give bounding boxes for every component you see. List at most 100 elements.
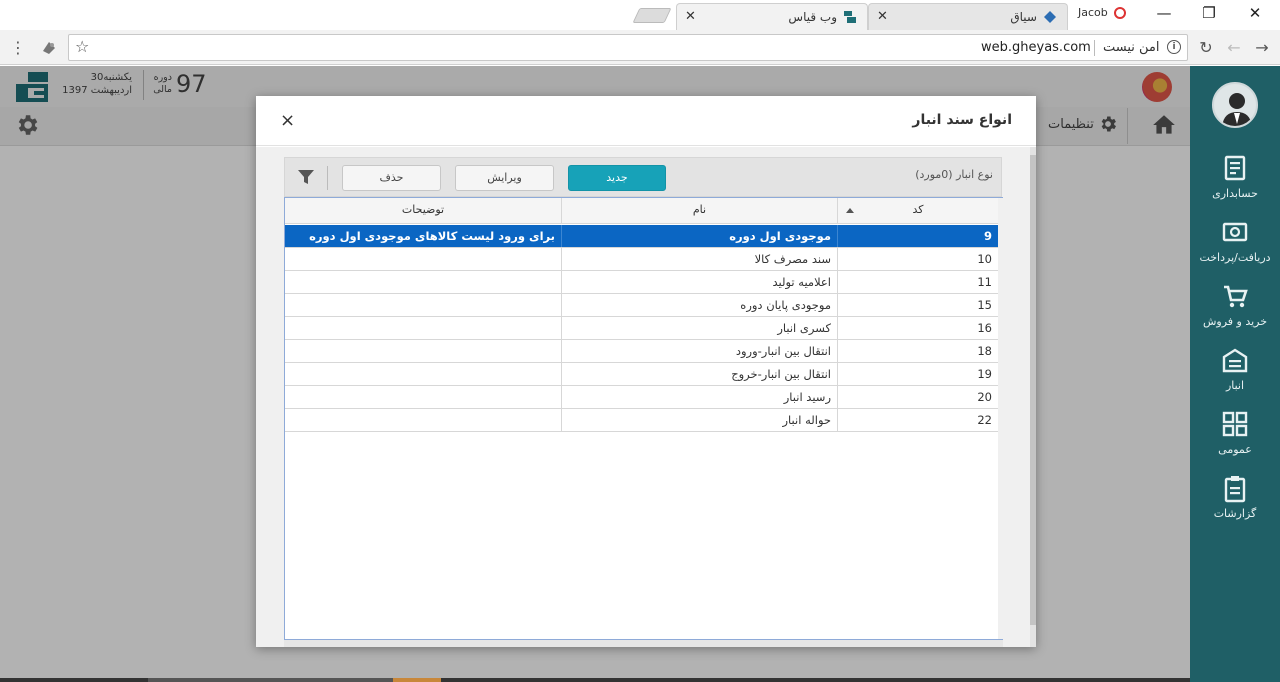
close-icon[interactable]: × bbox=[280, 110, 295, 131]
cell-code: 16 bbox=[837, 317, 998, 339]
profile-sync-icon bbox=[1113, 6, 1126, 19]
cell-description: برای ورود لیست کالاهای موجودی اول دوره bbox=[309, 229, 555, 243]
table-row[interactable]: 10 سند مصرف کالا bbox=[285, 248, 998, 271]
cart-icon bbox=[1224, 285, 1248, 308]
cell-name: رسید انبار bbox=[561, 386, 837, 408]
sidebar-item-label: خرید و فروش bbox=[1202, 315, 1268, 328]
info-icon[interactable]: i bbox=[1167, 40, 1181, 54]
cell-code: 11 bbox=[837, 271, 998, 293]
address-bar[interactable]: ☆ web.gheyas.com امن نیست i bbox=[68, 34, 1188, 61]
sidebar-item-label: عمومی bbox=[1218, 443, 1252, 456]
tab-close-icon[interactable]: ✕ bbox=[685, 9, 696, 24]
grid-footer bbox=[284, 640, 1003, 647]
cell-name: حواله انبار bbox=[561, 409, 837, 431]
browser-tab-siyagh[interactable]: سیاق ✕ bbox=[868, 3, 1068, 30]
cell-name: اعلامیه تولید bbox=[561, 271, 837, 293]
window-close-icon[interactable]: ✕ bbox=[1245, 4, 1265, 22]
column-header-description[interactable]: توضیحات bbox=[285, 198, 561, 224]
table-row[interactable]: 9 موجودی اول دوره برای ورود لیست کالاهای… bbox=[285, 225, 998, 248]
column-header-name[interactable]: نام bbox=[561, 198, 837, 224]
toolbar-divider bbox=[327, 166, 328, 190]
sidebar-item-receive-pay[interactable]: دریافت/پرداخت bbox=[1190, 219, 1280, 264]
siyagh-favicon-icon bbox=[1044, 11, 1056, 23]
dialog-title: انواع سند انبار bbox=[912, 112, 1012, 128]
general-icon bbox=[1222, 411, 1248, 437]
edit-button[interactable]: ویرایش bbox=[455, 165, 554, 191]
cell-description bbox=[285, 386, 561, 408]
sidebar-item-buy-sell[interactable]: خرید و فروش bbox=[1190, 283, 1280, 328]
warehouse-icon bbox=[1222, 348, 1248, 373]
cell-name: سند مصرف کالا bbox=[561, 248, 837, 270]
table-row[interactable]: 20 رسید انبار bbox=[285, 386, 998, 409]
sidebar-item-reports[interactable]: گزارشات bbox=[1190, 475, 1280, 520]
cell-description bbox=[285, 271, 561, 293]
gheyas-favicon-icon bbox=[844, 11, 856, 23]
new-button[interactable]: جدید bbox=[568, 165, 666, 191]
restore-icon[interactable]: ❐ bbox=[1199, 4, 1219, 22]
dialog-header: انواع سند انبار × bbox=[256, 96, 1036, 146]
sort-ascending-icon bbox=[846, 208, 854, 213]
profile-name: Jacob bbox=[1078, 6, 1108, 19]
url-text[interactable]: web.gheyas.com bbox=[981, 40, 1091, 55]
delete-button[interactable]: حذف bbox=[342, 165, 441, 191]
forward-icon[interactable]: ← bbox=[1224, 38, 1244, 57]
bookmark-star-icon[interactable]: ☆ bbox=[75, 37, 89, 56]
filter-icon[interactable] bbox=[297, 168, 315, 186]
doc-types-grid: کد نام توضیحات 9 موجودی اول دوره برای ور… bbox=[284, 197, 1003, 640]
cell-name: انتقال بین انبار-خروج bbox=[561, 363, 837, 385]
cell-name: کسری انبار bbox=[561, 317, 837, 339]
receive-pay-icon bbox=[1222, 222, 1248, 242]
sidebar-item-label: دریافت/پرداخت bbox=[1199, 251, 1271, 264]
tab-title: وب قیاس bbox=[788, 10, 837, 24]
cell-description bbox=[285, 363, 561, 385]
sidebar-item-accounting[interactable]: حسابداری bbox=[1190, 155, 1280, 200]
cell-code: 18 bbox=[837, 340, 998, 362]
browser-tab-webgheyas[interactable]: وب قیاس ✕ bbox=[676, 3, 868, 30]
grid-scrollbar[interactable] bbox=[998, 198, 1003, 639]
back-icon[interactable]: → bbox=[1252, 38, 1272, 57]
table-row[interactable]: 18 انتقال بین انبار-ورود bbox=[285, 340, 998, 363]
warehouse-doc-types-dialog: انواع سند انبار × حذف ویرایش جدید نوع ان… bbox=[256, 96, 1036, 647]
new-tab-button[interactable] bbox=[632, 8, 672, 23]
tab-title: سیاق bbox=[1010, 10, 1037, 24]
dialog-body: حذف ویرایش جدید نوع انبار (0مورد) کد نام… bbox=[256, 147, 1036, 647]
reload-icon[interactable]: ↻ bbox=[1196, 38, 1216, 57]
profile-chip[interactable]: Jacob bbox=[1078, 6, 1126, 19]
omnibox-divider bbox=[1094, 40, 1095, 56]
cell-code: 15 bbox=[837, 294, 998, 316]
column-header-code[interactable]: کد bbox=[837, 198, 998, 224]
browser-menu-icon[interactable]: ⋮ bbox=[8, 38, 28, 57]
browser-toolbar: ⋮ ☆ web.gheyas.com امن نیست i ↻ ← → bbox=[0, 30, 1280, 65]
cell-name: موجودی اول دوره bbox=[561, 225, 837, 247]
cell-name: انتقال بین انبار-ورود bbox=[561, 340, 837, 362]
reports-icon bbox=[1224, 476, 1246, 503]
grid-toolbar: حذف ویرایش جدید نوع انبار (0مورد) bbox=[284, 157, 1002, 197]
minimize-icon[interactable]: — bbox=[1154, 4, 1174, 22]
table-row[interactable]: 15 موجودی پایان دوره bbox=[285, 294, 998, 317]
table-row[interactable]: 22 حواله انبار bbox=[285, 409, 998, 432]
sidebar-item-label: گزارشات bbox=[1213, 507, 1257, 520]
cell-name: موجودی پایان دوره bbox=[561, 294, 837, 316]
status-segment-accent bbox=[393, 678, 441, 682]
grid-caption: نوع انبار (0مورد) bbox=[915, 168, 993, 181]
table-row[interactable]: 16 کسری انبار bbox=[285, 317, 998, 340]
cell-description bbox=[285, 409, 561, 431]
tab-close-icon[interactable]: ✕ bbox=[877, 9, 888, 24]
user-avatar[interactable] bbox=[1212, 82, 1258, 128]
browser-tabstrip: سیاق ✕ وب قیاس ✕ Jacob — ❐ ✕ bbox=[0, 0, 1280, 30]
cell-code: 10 bbox=[837, 248, 998, 270]
security-label[interactable]: امن نیست bbox=[1103, 40, 1160, 55]
table-row[interactable]: 19 انتقال بین انبار-خروج bbox=[285, 363, 998, 386]
cell-code: 19 bbox=[837, 363, 998, 385]
sidebar-item-label: انبار bbox=[1225, 379, 1245, 392]
cell-code: 20 bbox=[837, 386, 998, 408]
sidebar-item-general[interactable]: عمومی bbox=[1190, 411, 1280, 456]
cell-description bbox=[285, 294, 561, 316]
table-row[interactable]: 11 اعلامیه تولید bbox=[285, 271, 998, 294]
dialog-scrollbar-thumb[interactable] bbox=[1030, 155, 1036, 625]
bottom-status-strip bbox=[0, 678, 1190, 682]
sidebar-item-warehouse[interactable]: انبار bbox=[1190, 347, 1280, 392]
accounting-icon bbox=[1224, 155, 1246, 181]
extension-icon[interactable] bbox=[40, 39, 58, 57]
dialog-scrollbar[interactable] bbox=[1030, 147, 1036, 647]
